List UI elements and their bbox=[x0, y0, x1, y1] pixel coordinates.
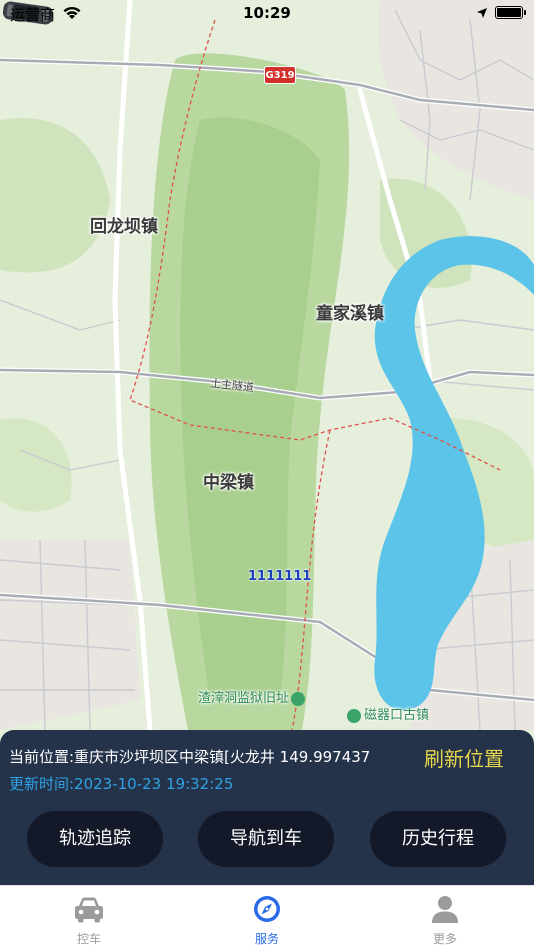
tab-more[interactable]: 更多 bbox=[390, 886, 500, 950]
battery-icon bbox=[495, 6, 523, 19]
tab-label: 控车 bbox=[76, 932, 101, 946]
tab-bar: 控车 服务 更多 bbox=[0, 885, 534, 950]
refresh-location-button[interactable]: 刷新位置 bbox=[424, 743, 504, 772]
poi-name: 磁器口古镇 bbox=[364, 708, 430, 723]
car-icon bbox=[75, 897, 103, 923]
car-plate-label: 1111111 bbox=[248, 569, 312, 584]
tab-label: 更多 bbox=[432, 932, 457, 946]
clock-label: 10:29 bbox=[243, 4, 291, 22]
map-label-zhongliang: 中梁镇 bbox=[203, 473, 254, 493]
tab-service[interactable]: 服务 bbox=[212, 886, 322, 950]
map-poi-zhazidong[interactable]: 渣滓洞监狱旧址 bbox=[198, 687, 306, 706]
poi-name: 渣滓洞监狱旧址 bbox=[198, 691, 290, 706]
battery-cap bbox=[524, 10, 526, 15]
highway-shield: G319 bbox=[264, 66, 296, 84]
tab-car-control[interactable]: 控车 bbox=[34, 886, 144, 950]
compass-icon bbox=[254, 896, 280, 922]
track-button[interactable]: 轨迹追踪 bbox=[27, 811, 163, 867]
person-icon bbox=[432, 896, 458, 923]
current-location-text: 当前位置:重庆市沙坪坝区中梁镇[火龙井 149.997437 bbox=[9, 748, 371, 766]
update-time-text: 更新时间:2023-10-23 19:32:25 bbox=[9, 775, 234, 793]
navigate-to-car-button[interactable]: 导航到车 bbox=[198, 811, 334, 867]
map-label-huilongba: 回龙坝镇 bbox=[90, 217, 158, 237]
location-arrow-icon bbox=[477, 8, 487, 18]
map-poi-ciqikou[interactable]: 磁器口古镇 bbox=[347, 704, 429, 723]
history-trips-button[interactable]: 历史行程 bbox=[370, 811, 506, 867]
map-label-tongjiaxi: 童家溪镇 bbox=[316, 304, 384, 324]
poi-marker-icon bbox=[291, 691, 306, 706]
status-bar: 运营商 10:29 bbox=[0, 0, 534, 30]
tab-label: 服务 bbox=[254, 932, 279, 946]
location-info-panel: 当前位置:重庆市沙坪坝区中梁镇[火龙井 149.997437 更新时间:2023… bbox=[0, 730, 534, 885]
poi-marker-icon bbox=[347, 708, 361, 723]
